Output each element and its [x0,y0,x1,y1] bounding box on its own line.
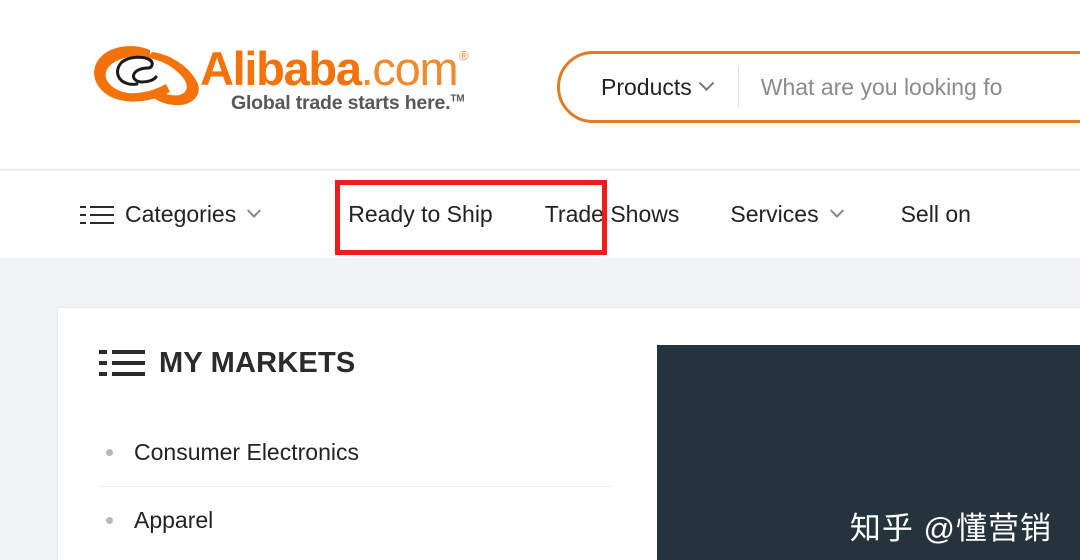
nav-sell-on-label: Sell on [900,201,971,227]
site-header: Alibaba.com ® Global trade starts here.T… [0,0,1080,170]
trademark-mark-icon: TM [450,93,465,105]
my-markets-header: MY MARKETS [99,347,355,380]
registered-mark-icon: ® [459,48,469,63]
logo-tagline: Global trade starts here.TM [231,92,465,115]
list-icon [80,203,114,227]
search-category-label: Products [601,73,692,100]
zhihu-watermark: 知乎 @懂营销 [849,511,1052,546]
my-markets-title: MY MARKETS [159,347,356,379]
bullet-icon [106,449,113,456]
list-icon [99,348,145,380]
nav-ready-to-ship-label: Ready to Ship [348,201,493,227]
my-markets-list: Consumer Electronics Apparel [99,419,611,553]
list-item[interactable]: Apparel [99,486,611,553]
nav-item-trade-shows[interactable]: Trade Shows [545,171,680,258]
nav-categories-label: Categories [125,201,237,227]
chevron-down-icon [829,203,844,218]
promo-banner[interactable]: 知乎 @懂营销 [657,345,1080,560]
chevron-down-icon [247,203,262,218]
list-item[interactable]: Consumer Electronics [99,419,611,486]
bullet-icon [106,516,113,524]
main-navigation: Categories Ready to Ship Trade Shows Ser… [0,171,1080,258]
nav-item-categories[interactable]: Categories [80,171,262,258]
search-category-dropdown[interactable]: Products [560,66,739,108]
logo-brand-suffix: .com [360,42,459,95]
logo-tagline-text: Global trade starts here. [231,92,451,114]
nav-item-services[interactable]: Services [730,171,844,258]
list-item-label: Apparel [134,506,214,533]
nav-services-label: Services [730,201,819,227]
nav-item-sell-on[interactable]: Sell on [901,171,971,258]
chevron-down-icon [698,74,715,91]
logo-brand-main: Alibaba [200,42,362,95]
search-bar: Products [557,51,1080,123]
search-input[interactable] [738,64,1080,110]
nav-item-ready-to-ship[interactable]: Ready to Ship [304,171,536,258]
alibaba-logo[interactable]: Alibaba.com ® Global trade starts here.T… [92,42,492,122]
logo-wordmark: Alibaba.com [200,42,459,96]
nav-trade-shows-label: Trade Shows [544,201,680,227]
list-item-label: Consumer Electronics [134,439,359,465]
